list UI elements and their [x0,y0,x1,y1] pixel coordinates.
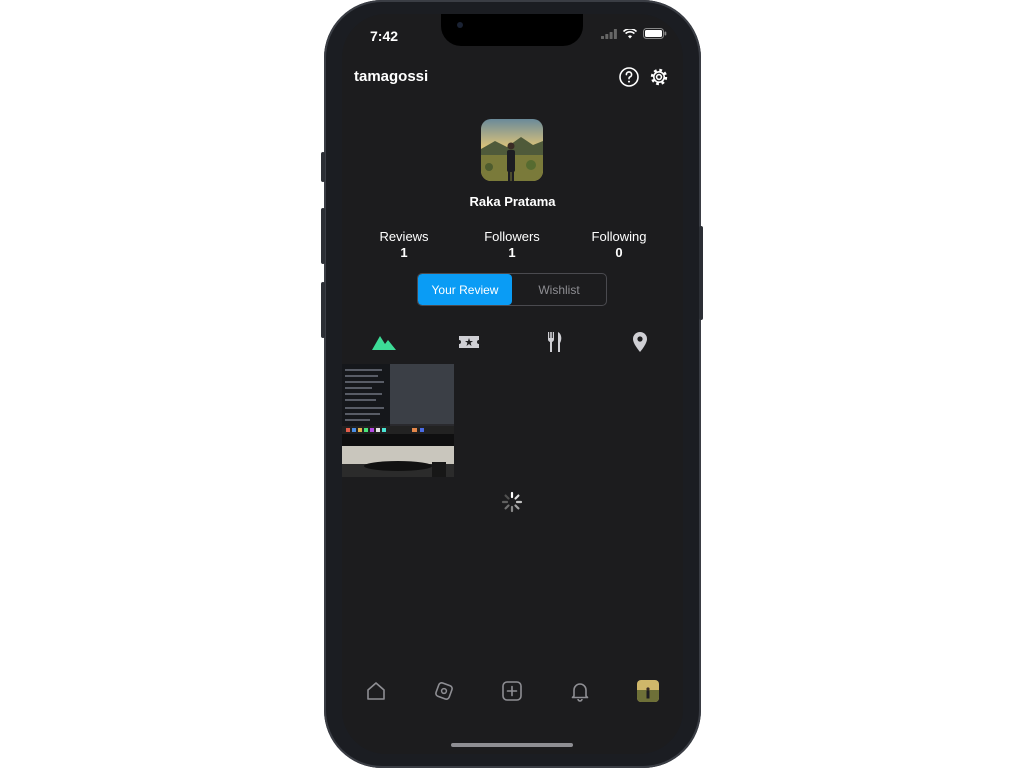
profile-avatar[interactable] [481,119,543,181]
signal-icon [601,28,617,39]
stat-reviews[interactable]: Reviews 1 [359,229,449,261]
front-camera [457,22,463,28]
stat-label: Followers [484,229,540,244]
phone-mute-switch [321,152,325,182]
stat-value: 0 [615,245,623,260]
compass-icon[interactable] [433,680,455,702]
stat-label: Following [591,229,647,244]
review-wishlist-segmented-control: Your Review Wishlist [417,273,607,306]
fork-knife-icon[interactable] [543,330,567,354]
plus-square-icon[interactable] [501,680,523,702]
notch [441,14,583,46]
phone-power-button [699,226,703,320]
tab-profile-avatar[interactable] [637,680,659,702]
phone-volume-down [321,282,325,338]
status-icons [601,28,667,39]
settings-gear-icon[interactable] [648,66,670,88]
segment-your-review[interactable]: Your Review [418,274,512,305]
wifi-icon [623,28,637,38]
username-title: tamagossi [354,68,429,85]
phone-volume-up [321,208,325,264]
mountain-icon[interactable] [372,330,396,354]
battery-icon [643,28,667,39]
app-screen: 7:42 tamagossi Raka Pratama Reviews 1 Fo… [342,14,683,754]
stat-label: Reviews [379,229,429,244]
stat-following[interactable]: Following 0 [574,229,664,261]
review-thumbnail[interactable] [342,364,454,477]
display-name: Raka Pratama [469,194,556,209]
help-icon[interactable] [618,66,640,88]
status-time: 7:42 [370,28,399,44]
stat-value: 1 [508,245,516,260]
map-pin-icon[interactable] [628,330,652,354]
loading-spinner-icon [501,491,523,513]
bell-icon[interactable] [569,680,591,702]
home-indicator [451,743,573,747]
segment-wishlist[interactable]: Wishlist [512,274,606,305]
stat-value: 1 [400,245,408,260]
ticket-icon[interactable] [457,330,481,354]
home-icon[interactable] [365,680,387,702]
stat-followers[interactable]: Followers 1 [467,229,557,261]
